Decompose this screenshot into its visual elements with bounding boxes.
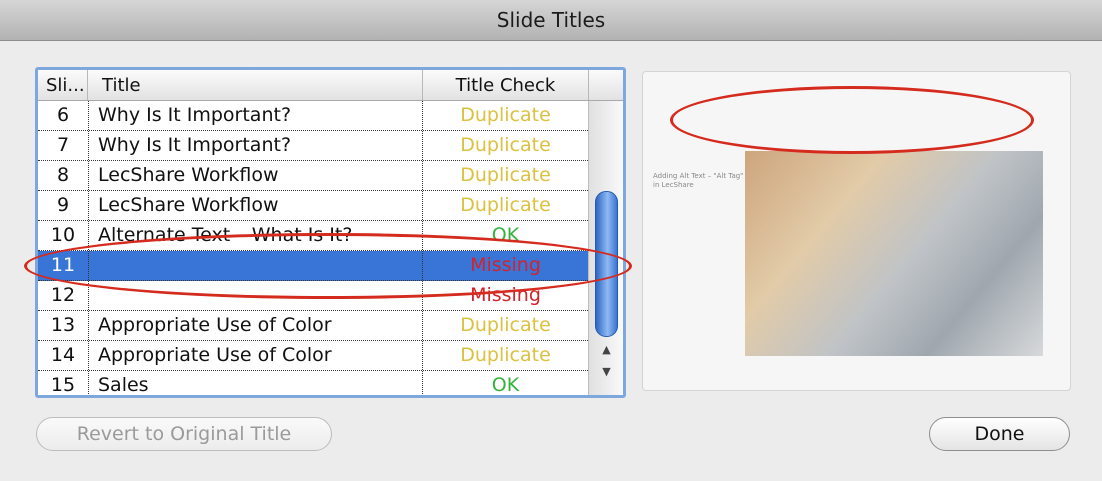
slide-preview-image — [745, 151, 1043, 356]
table-header: Sli... Title Title Check — [38, 70, 623, 101]
title-check-status: Duplicate — [423, 101, 589, 130]
slide-number-cell: 13 — [38, 311, 89, 340]
revert-to-original-title-button[interactable]: Revert to Original Title — [36, 417, 332, 451]
done-button[interactable]: Done — [929, 417, 1070, 451]
table-row[interactable]: 6 Why Is It Important? Duplicate — [38, 101, 589, 131]
table-row[interactable]: 12 Missing — [38, 281, 589, 311]
table-body: 6 Why Is It Important? Duplicate 7 Why Is It… — [38, 101, 589, 395]
slide-title-cell[interactable]: Why Is It Important? — [88, 101, 423, 130]
title-check-status: OK — [423, 371, 589, 395]
slide-number-cell: 14 — [38, 341, 89, 370]
slide-title-cell[interactable] — [88, 251, 423, 280]
table-row[interactable]: 7 Why Is It Important? Duplicate — [38, 131, 589, 161]
table-row[interactable]: 13 Appropriate Use of Color Duplicate — [38, 311, 589, 341]
column-header-title-check[interactable]: Title Check — [423, 70, 589, 100]
title-check-status: Duplicate — [423, 311, 589, 340]
slide-title-cell[interactable]: LecShare Workflow — [88, 161, 423, 190]
table-row[interactable]: 10 Alternate Text – What Is It? OK — [38, 221, 589, 251]
slide-preview: Adding Alt Text – "Alt Tag" in LecShare — [642, 71, 1071, 391]
table-row[interactable]: 15 Sales OK — [38, 371, 589, 395]
slide-number-cell: 12 — [38, 281, 89, 310]
scroll-down-arrow-icon[interactable]: ▼ — [589, 365, 623, 378]
slide-title-cell[interactable]: LecShare Workflow — [88, 191, 423, 220]
scrollbar-thumb[interactable] — [595, 191, 618, 337]
slide-number-cell: 8 — [38, 161, 89, 190]
column-header-slide-number[interactable]: Sli... — [38, 70, 88, 100]
title-check-status: Duplicate — [423, 191, 589, 220]
slide-titles-table[interactable]: Sli... Title Title Check 6 Why Is It Impo… — [35, 67, 626, 398]
slide-preview-text: Adding Alt Text – "Alt Tag" in LecShare — [653, 172, 744, 189]
scroll-up-arrow-icon[interactable]: ▲ — [589, 343, 623, 356]
table-row[interactable]: 9 LecShare Workflow Duplicate — [38, 191, 589, 221]
window-titlebar: Slide Titles — [0, 0, 1102, 41]
slide-number-cell: 11 — [38, 251, 89, 280]
slide-number-cell: 9 — [38, 191, 89, 220]
title-check-status: Duplicate — [423, 341, 589, 370]
title-check-status: Missing — [423, 281, 589, 310]
title-check-status: Duplicate — [423, 131, 589, 160]
table-row[interactable]: 14 Appropriate Use of Color Duplicate — [38, 341, 589, 371]
slide-title-cell[interactable]: Appropriate Use of Color — [88, 311, 423, 340]
title-check-status: OK — [423, 221, 589, 250]
slide-title-cell[interactable] — [88, 281, 423, 310]
slide-title-cell[interactable]: Alternate Text – What Is It? — [88, 221, 423, 250]
slide-title-cell[interactable]: Sales — [88, 371, 423, 395]
window-title: Slide Titles — [496, 8, 606, 32]
slide-number-cell: 15 — [38, 371, 89, 395]
slide-number-cell: 6 — [38, 101, 89, 130]
column-header-title[interactable]: Title — [88, 70, 423, 100]
table-row-selected[interactable]: 11 Missing — [38, 251, 589, 281]
vertical-scrollbar[interactable]: ▲ ▼ — [588, 101, 623, 395]
title-check-status: Missing — [423, 251, 589, 280]
slide-number-cell: 7 — [38, 131, 89, 160]
slide-title-cell[interactable]: Appropriate Use of Color — [88, 341, 423, 370]
slide-title-cell[interactable]: Why Is It Important? — [88, 131, 423, 160]
slide-number-cell: 10 — [38, 221, 89, 250]
table-row[interactable]: 8 LecShare Workflow Duplicate — [38, 161, 589, 191]
title-check-status: Duplicate — [423, 161, 589, 190]
